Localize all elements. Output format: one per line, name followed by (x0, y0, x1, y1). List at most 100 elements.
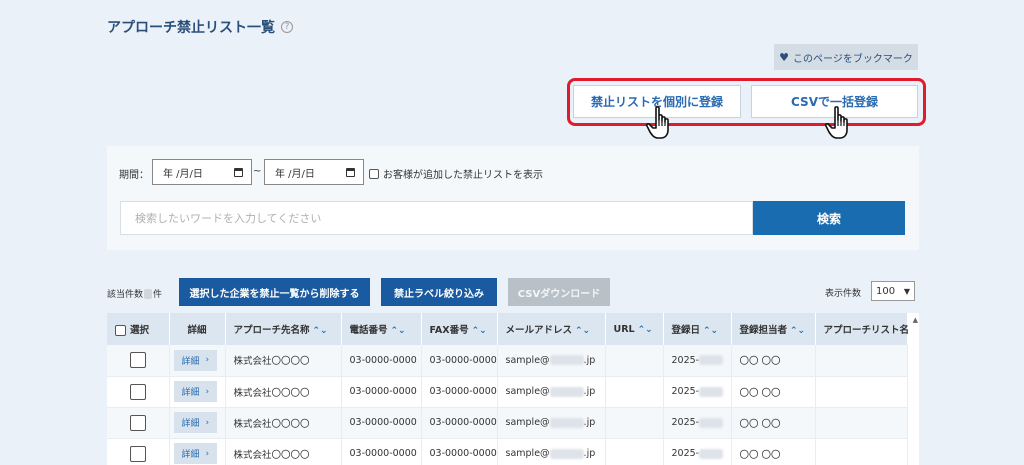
redacted-text (549, 448, 584, 459)
display-count-select[interactable]: 100 ▼ (871, 281, 915, 301)
chevron-down-icon: ▼ (903, 286, 910, 296)
url-cell (605, 407, 664, 439)
header-company[interactable]: アプローチ先名称 ⌃⌄ (225, 313, 342, 345)
delete-selected-button[interactable]: 選択した企業を禁止一覧から削除する (179, 278, 370, 306)
row-checkbox[interactable] (129, 352, 146, 369)
label-filter-button[interactable]: 禁止ラベル絞り込み (381, 278, 497, 306)
detail-button[interactable]: 詳細 › (173, 443, 218, 464)
company-cell: 株式会社〇〇〇〇 (225, 376, 342, 408)
date-to-value: 年 /月/日 (275, 168, 315, 180)
sort-icon[interactable]: ⌃⌄ (472, 326, 487, 336)
sort-icon[interactable]: ⌃⌄ (790, 326, 805, 336)
redacted-text (699, 386, 724, 397)
sort-icon[interactable]: ⌃⌄ (313, 326, 328, 336)
header-detail: 詳細 (169, 313, 226, 345)
date-to-input[interactable]: 年 /月/日 (264, 159, 364, 185)
detail-button[interactable]: 詳細 › (173, 412, 218, 433)
calendar-icon[interactable] (234, 168, 243, 177)
url-cell (605, 376, 664, 408)
row-checkbox[interactable] (129, 414, 146, 431)
redacted-text (549, 355, 584, 366)
table-header-row: 選択 詳細 アプローチ先名称 ⌃⌄ 電話番号 ⌃⌄ FAX番号 ⌃⌄ メールアドレス ⌃… (107, 313, 909, 345)
email-cell: sample@ .jp (497, 438, 606, 465)
search-panel: 期間： 年 /月/日 ~ 年 /月/日 お客様が追加した禁止リストを表示 検索し… (107, 146, 919, 250)
row-detail-cell: 詳細 › (169, 407, 226, 439)
period-label: 期間： (119, 170, 149, 181)
detail-button[interactable]: 詳細 › (173, 381, 218, 402)
table-row: 詳細 › 株式会社〇〇〇〇 03-0000-0000 03-0000-0000 s… (107, 407, 908, 439)
phone-cell: 03-0000-0000 (341, 345, 422, 377)
csv-download-button[interactable]: CSVダウンロード (508, 278, 610, 306)
customer-list-label: お客様が追加した禁止リストを表示 (383, 170, 543, 181)
row-detail-cell: 詳細 › (169, 345, 226, 377)
owner-cell: 〇〇 〇〇 (731, 376, 816, 408)
blocklist-table: ▲ 選択 詳細 アプローチ先名称 ⌃⌄ 電話番号 ⌃⌄ FAX番号 ⌃⌄ メールアドレ… (107, 313, 919, 465)
row-select-cell (107, 345, 170, 377)
list-name-cell (815, 407, 908, 439)
header-date[interactable]: 登録日 ⌃⌄ (663, 313, 732, 345)
row-checkbox[interactable] (129, 383, 146, 400)
company-cell: 株式会社〇〇〇〇 (225, 407, 342, 439)
sort-icon[interactable]: ⌃⌄ (638, 325, 653, 335)
date-cell: 2025- (663, 345, 732, 377)
redacted-text (549, 386, 584, 397)
hand-pointer-icon (645, 106, 669, 139)
row-select-cell (107, 407, 170, 439)
chevron-right-icon: › (205, 417, 210, 428)
result-count-suffix: 件 (153, 290, 163, 300)
date-from-value: 年 /月/日 (163, 168, 203, 180)
phone-cell: 03-0000-0000 (341, 407, 422, 439)
date-cell: 2025- (663, 407, 732, 439)
redacted-text (699, 448, 724, 459)
date-cell: 2025- (663, 376, 732, 408)
page-title-text: アプローチ禁止リスト一覧 (107, 20, 275, 36)
company-cell: 株式会社〇〇〇〇 (225, 345, 342, 377)
header-list-name: アプローチリスト名 (815, 313, 909, 345)
sort-icon[interactable]: ⌃⌄ (391, 326, 406, 336)
result-count-prefix: 該当件数 (107, 290, 144, 300)
date-from-input[interactable]: 年 /月/日 (152, 159, 252, 185)
company-cell: 株式会社〇〇〇〇 (225, 438, 342, 465)
fax-cell: 03-0000-0000 (421, 438, 498, 465)
url-cell (605, 345, 664, 377)
help-icon[interactable]: ? (281, 21, 293, 33)
sort-icon[interactable]: ⌃⌄ (575, 326, 590, 336)
display-count-value: 100 (876, 285, 896, 297)
keyword-search-input[interactable]: 検索したいワードを入力してください (120, 201, 753, 235)
sort-icon[interactable]: ⌃⌄ (703, 326, 718, 336)
header-url[interactable]: URL ⌃⌄ (605, 313, 664, 345)
table-row: 詳細 › 株式会社〇〇〇〇 03-0000-0000 03-0000-0000 s… (107, 345, 908, 377)
fax-cell: 03-0000-0000 (421, 407, 498, 439)
customer-list-toggle[interactable]: お客様が追加した禁止リストを表示 (369, 166, 543, 181)
detail-button[interactable]: 詳細 › (173, 349, 218, 371)
search-button[interactable]: 検索 (753, 201, 905, 235)
calendar-icon[interactable] (346, 168, 355, 177)
scroll-up-icon[interactable]: ▲ (913, 316, 918, 324)
result-count-value (144, 288, 153, 299)
customer-list-checkbox[interactable] (369, 168, 379, 179)
list-name-cell (815, 438, 908, 465)
phone-cell: 03-0000-0000 (341, 438, 422, 465)
owner-cell: 〇〇 〇〇 (731, 438, 816, 465)
page-title: アプローチ禁止リスト一覧 ? (107, 17, 293, 37)
email-cell: sample@ .jp (497, 407, 606, 439)
url-cell (605, 438, 664, 465)
bookmark-label: このページをブックマーク (793, 53, 913, 65)
list-name-cell (815, 376, 908, 408)
bookmark-button[interactable]: ♥ このページをブックマーク (774, 44, 918, 70)
heart-icon: ♥ (779, 50, 790, 64)
email-cell: sample@ .jp (497, 345, 606, 377)
row-select-cell (107, 438, 170, 465)
header-owner[interactable]: 登録担当者 ⌃⌄ (731, 313, 816, 345)
row-select-cell (107, 376, 170, 408)
header-select[interactable]: 選択 (107, 313, 170, 345)
header-phone[interactable]: 電話番号 ⌃⌄ (341, 313, 422, 345)
chevron-right-icon: › (205, 448, 210, 459)
header-fax[interactable]: FAX番号 ⌃⌄ (421, 313, 498, 345)
header-email[interactable]: メールアドレス ⌃⌄ (497, 313, 606, 345)
date-cell: 2025- (663, 438, 732, 465)
date-range-separator: ~ (253, 166, 262, 177)
chevron-right-icon: › (205, 386, 210, 397)
select-all-checkbox[interactable] (115, 325, 126, 336)
row-checkbox[interactable] (129, 445, 146, 462)
